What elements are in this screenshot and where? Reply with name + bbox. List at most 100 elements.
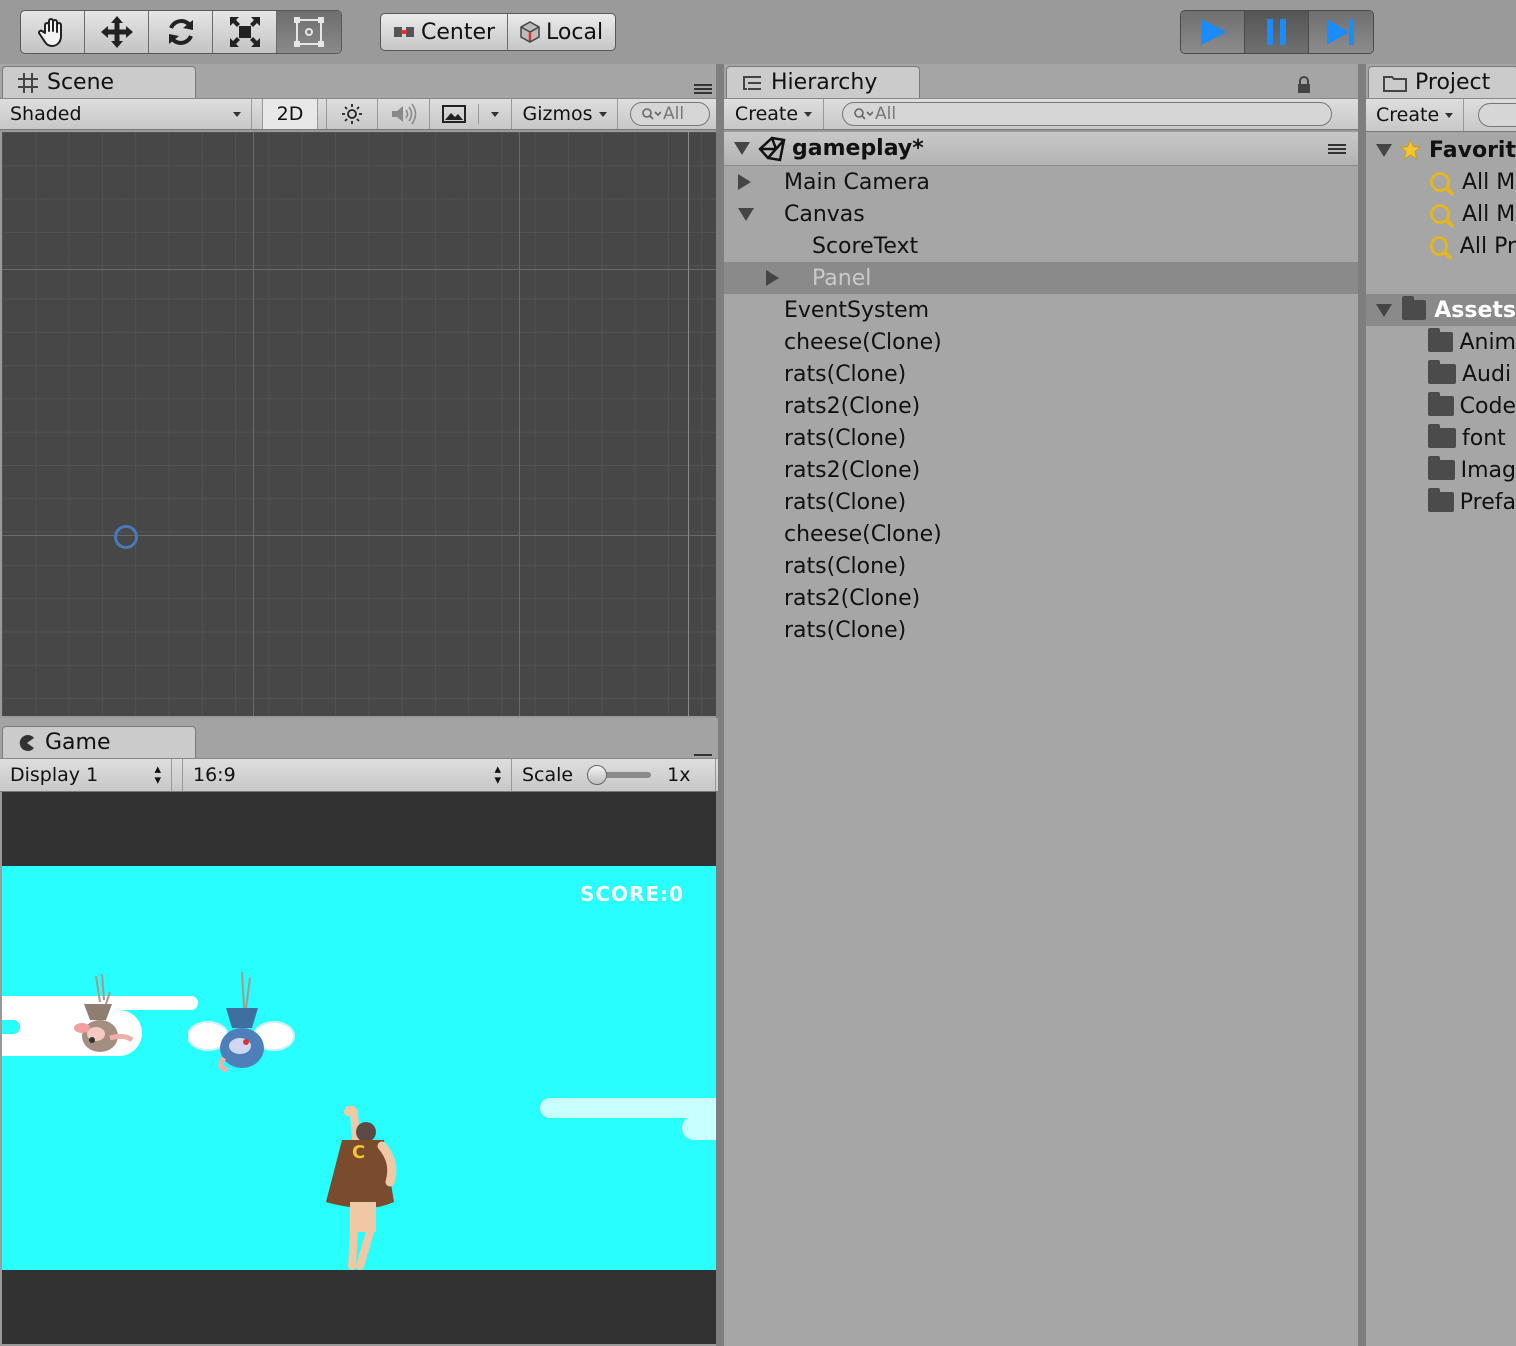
hierarchy-create-dropdown[interactable]: Create [724, 99, 824, 129]
saved-search-icon [1430, 236, 1448, 256]
shading-mode-dropdown[interactable]: Shaded [0, 99, 252, 129]
aspect-ratio-dropdown[interactable]: 16:9 ▴ ▾ [182, 759, 512, 791]
aspect-ratio-label: 16:9 [193, 764, 236, 786]
pivot-controls: Center Local [380, 13, 617, 51]
hierarchy-item[interactable]: rats2(Clone) [724, 454, 1358, 486]
scene-root-row[interactable]: gameplay* [724, 132, 1358, 166]
asset-folder-item[interactable]: Code [1366, 390, 1516, 422]
scene-effects-dropdown[interactable] [430, 99, 512, 129]
favorite-item-label: All Pr [1459, 233, 1516, 259]
scale-slider-handle[interactable] [587, 765, 608, 785]
hierarchy-item[interactable]: EventSystem [724, 294, 1358, 326]
lock-icon[interactable] [1296, 76, 1312, 94]
asset-folder-item[interactable]: Imag [1366, 454, 1516, 486]
gizmos-dropdown[interactable]: Gizmos [512, 99, 618, 129]
asset-folder-item[interactable]: Prefa [1366, 486, 1516, 518]
toggle-2d-button[interactable]: 2D [262, 99, 318, 129]
local-cube-icon [520, 21, 540, 43]
favorite-item[interactable]: All M [1366, 198, 1516, 230]
favorite-item[interactable]: All M [1366, 166, 1516, 198]
object-pivot-gizmo[interactable] [114, 525, 138, 549]
tab-hierarchy[interactable]: Hierarchy [726, 66, 920, 98]
hierarchy-item-label: rats(Clone) [784, 617, 907, 643]
project-search-input[interactable] [1478, 103, 1516, 127]
hierarchy-item[interactable]: rats(Clone) [724, 486, 1358, 518]
rotate-icon [168, 19, 193, 45]
hierarchy-toolbar: Create All [724, 98, 1358, 130]
asset-folder-item[interactable]: font [1366, 422, 1516, 454]
hierarchy-search-input[interactable]: All [842, 102, 1332, 126]
favorite-item-label: All M [1462, 169, 1516, 195]
tab-game[interactable]: Game [2, 726, 196, 758]
asset-folder-label: Anim [1459, 329, 1516, 355]
tab-project[interactable]: Project [1368, 66, 1516, 98]
expand-triangle-icon[interactable] [1376, 143, 1392, 157]
chevron-down-icon [1445, 112, 1454, 118]
star-icon [1400, 139, 1422, 160]
hierarchy-item[interactable]: rats2(Clone) [724, 390, 1358, 422]
pivot-local-button[interactable]: Local [508, 14, 615, 50]
asset-folder-item[interactable]: Anim [1366, 326, 1516, 358]
scale-tool-button[interactable] [213, 11, 277, 53]
scene-audio-toggle[interactable] [378, 99, 430, 129]
hierarchy-create-label: Create [734, 103, 799, 125]
folder-outline-icon [1383, 75, 1407, 92]
hierarchy-item[interactable]: cheese(Clone) [724, 326, 1358, 358]
hero-badge-letter: C [352, 1142, 366, 1163]
favorite-item[interactable]: All Pr [1366, 230, 1516, 262]
panel-splitter[interactable] [716, 64, 724, 1346]
hierarchy-item[interactable]: rats(Clone) [724, 614, 1358, 646]
hierarchy-item[interactable]: rats(Clone) [724, 358, 1358, 390]
cloud [540, 1098, 716, 1118]
step-button[interactable] [1309, 11, 1373, 53]
score-text: SCORE:0 [579, 882, 684, 906]
hierarchy-item[interactable]: ScoreText [724, 230, 1358, 262]
hierarchy-item[interactable]: rats2(Clone) [724, 582, 1358, 614]
display-dropdown[interactable]: Display 1 ▴ ▾ [0, 759, 172, 791]
expand-triangle-icon[interactable] [1376, 303, 1392, 317]
hand-tool-button[interactable] [21, 11, 85, 53]
expand-triangle-icon[interactable] [738, 207, 754, 221]
assets-row[interactable]: Assets [1366, 294, 1516, 326]
grid-hash-icon [18, 72, 38, 93]
pivot-center-label: Center [421, 19, 496, 45]
move-tool-button[interactable] [85, 11, 149, 53]
scene-row-menu-icon[interactable] [1328, 144, 1346, 154]
asset-folder-item[interactable]: Audi [1366, 358, 1516, 390]
hand-icon [37, 18, 62, 47]
play-button[interactable] [1181, 11, 1245, 53]
play-icon [1200, 19, 1227, 45]
display-label: Display 1 [10, 764, 99, 786]
scale-slider[interactable] [587, 765, 652, 785]
hierarchy-item[interactable]: cheese(Clone) [724, 518, 1358, 550]
pivot-center-button[interactable]: Center [381, 14, 509, 50]
cloud-gap [2, 1020, 20, 1034]
scene-panel-menu-icon[interactable] [694, 84, 712, 94]
hierarchy-item[interactable]: rats(Clone) [724, 550, 1358, 582]
hierarchy-item-label: rats(Clone) [784, 425, 907, 451]
tab-scene[interactable]: Scene [2, 66, 196, 98]
chevron-down-icon [804, 111, 813, 117]
expand-triangle-icon[interactable] [738, 174, 751, 190]
favorites-row[interactable]: Favorit [1366, 134, 1516, 166]
rotate-tool-button[interactable] [149, 11, 213, 53]
hierarchy-item[interactable]: Panel [724, 262, 1358, 294]
scene-lighting-toggle[interactable] [326, 99, 378, 129]
expand-triangle-icon[interactable] [766, 270, 779, 286]
hierarchy-item-label: rats(Clone) [784, 553, 907, 579]
game-viewport[interactable]: SCORE:0 C [2, 792, 716, 1344]
expand-triangle-icon[interactable] [734, 142, 750, 155]
rect-tool-button[interactable] [277, 11, 341, 53]
assets-label: Assets [1434, 297, 1516, 323]
scene-search-input[interactable]: All [630, 102, 710, 126]
folder-icon [1428, 488, 1454, 512]
scale-icon [229, 17, 260, 47]
project-create-dropdown[interactable]: Create [1366, 99, 1465, 131]
hierarchy-item[interactable]: Canvas [724, 198, 1358, 230]
scene-viewport[interactable] [2, 132, 716, 716]
hierarchy-item[interactable]: Main Camera [724, 166, 1358, 198]
pause-button[interactable] [1245, 11, 1309, 53]
hierarchy-item[interactable]: rats(Clone) [724, 422, 1358, 454]
panel-splitter[interactable] [1358, 64, 1366, 1346]
